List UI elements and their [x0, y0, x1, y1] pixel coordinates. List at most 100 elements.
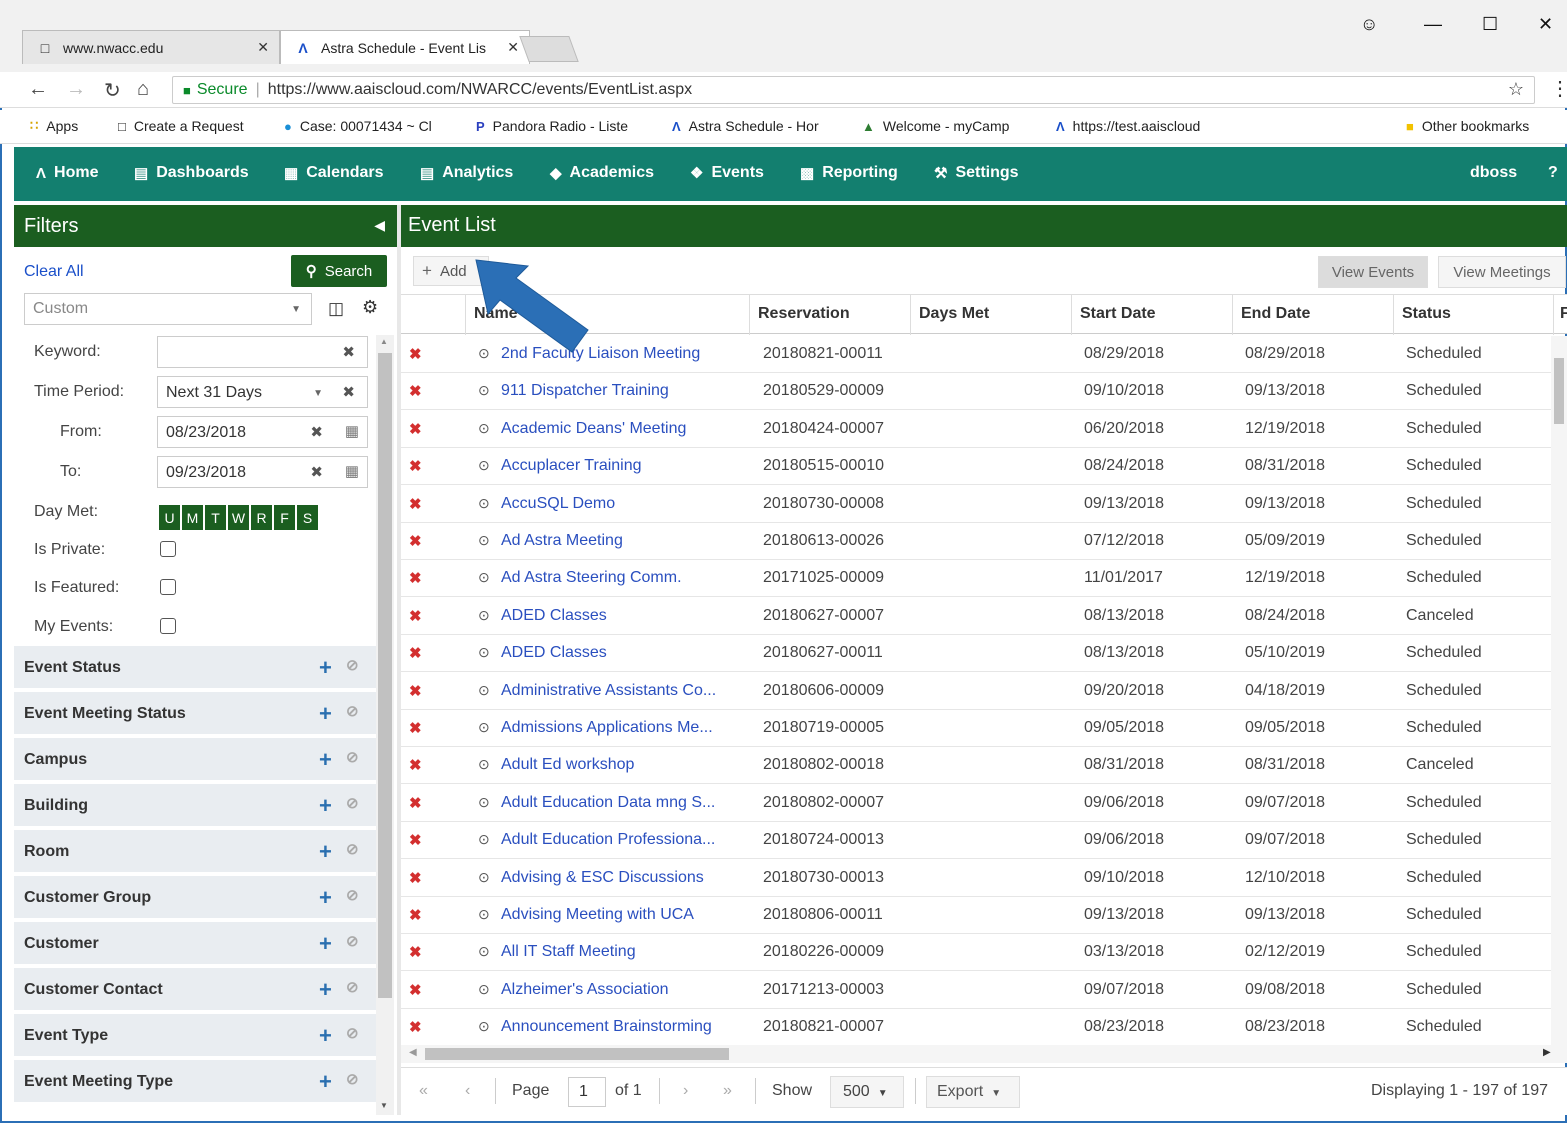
plus-icon[interactable]: + [319, 885, 332, 911]
scroll-left-icon[interactable]: ◀ [409, 1047, 417, 1058]
gear-icon[interactable]: ⚙ [362, 297, 378, 318]
table-row[interactable]: ✖ ⊙ Administrative Assistants Co... 2018060… [401, 673, 1551, 710]
plus-icon[interactable]: + [319, 1023, 332, 1049]
plus-icon[interactable]: + [319, 839, 332, 865]
clear-filter-icon[interactable]: ⊘ [346, 1024, 359, 1042]
table-row[interactable]: ✖ ⊙ All IT Staff Meeting 20180226-00009 03/1… [401, 934, 1551, 972]
nav-events[interactable]: ❖ Events [690, 164, 764, 182]
clear-all-link[interactable]: Clear All [24, 263, 84, 281]
row-select-radio-icon[interactable]: ⊙ [478, 1018, 490, 1035]
view-events-button[interactable]: View Events [1318, 256, 1428, 288]
row-select-radio-icon[interactable]: ⊙ [478, 607, 490, 624]
day-toggle-saturday[interactable]: S [297, 505, 318, 530]
clear-icon[interactable]: ✖ [310, 423, 323, 441]
delete-icon[interactable]: ✖ [409, 457, 422, 475]
filter-section-customer-group[interactable]: Customer Group + ⊘ [14, 876, 376, 920]
delete-icon[interactable]: ✖ [409, 345, 422, 363]
browser-tab-nwacc[interactable]: □ www.nwacc.edu ✕ [22, 30, 280, 64]
filters-scrollbar[interactable]: ▲ ▼ [376, 335, 394, 1115]
event-name-link[interactable]: Adult Education Data mng S... [501, 794, 715, 812]
table-row[interactable]: ✖ ⊙ Adult Education Data mng S... 20180802-… [401, 785, 1551, 822]
plus-icon[interactable]: + [319, 977, 332, 1003]
row-select-radio-icon[interactable]: ⊙ [478, 943, 490, 960]
table-vertical-scrollbar[interactable] [1551, 336, 1567, 1048]
row-select-radio-icon[interactable]: ⊙ [478, 756, 490, 773]
bookmark-case[interactable]: ● Case: 00071434 ~ Cl [284, 118, 432, 134]
delete-icon[interactable]: ✖ [409, 607, 422, 625]
scroll-right-icon[interactable]: ▶ [1543, 1047, 1551, 1058]
home-icon[interactable]: ⌂ [137, 78, 149, 101]
clear-icon[interactable]: ✖ [342, 343, 355, 361]
maximize-icon[interactable]: ☐ [1482, 14, 1498, 35]
search-button[interactable]: ⚲ Search [291, 255, 387, 287]
row-select-radio-icon[interactable]: ⊙ [478, 981, 490, 998]
column-header-days-met[interactable]: Days Met [910, 295, 1071, 335]
clear-filter-icon[interactable]: ⊘ [346, 656, 359, 674]
table-row[interactable]: ✖ ⊙ Ad Astra Meeting 20180613-00026 07/12/20… [401, 523, 1551, 560]
scrollbar-thumb[interactable] [1554, 358, 1564, 424]
table-row[interactable]: ✖ ⊙ ADED Classes 20180627-00011 08/13/2018 05… [401, 635, 1551, 673]
bookmark-pandora[interactable]: P Pandora Radio - Liste [476, 118, 628, 134]
next-page-icon[interactable]: › [683, 1082, 688, 1100]
last-page-icon[interactable]: » [723, 1082, 732, 1100]
browser-menu-icon[interactable]: ⋮ [1550, 76, 1567, 101]
table-row[interactable]: ✖ ⊙ Ad Astra Steering Comm. 20171025-00009 1… [401, 560, 1551, 598]
delete-icon[interactable]: ✖ [409, 981, 422, 999]
event-name-link[interactable]: Ad Astra Steering Comm. [501, 569, 682, 587]
scroll-up-icon[interactable]: ▲ [380, 337, 388, 346]
nav-dashboards[interactable]: ▤ Dashboards [134, 164, 249, 182]
scrollbar-thumb[interactable] [378, 353, 392, 998]
time-period-select[interactable]: Next 31 Days ▼ ✖ [157, 376, 368, 408]
nav-settings[interactable]: ⚒ Settings [934, 164, 1019, 182]
event-name-link[interactable]: Adult Ed workshop [501, 756, 634, 774]
delete-icon[interactable]: ✖ [409, 382, 422, 400]
filter-preset-select[interactable]: Custom ▼ [24, 293, 312, 325]
filter-section-customer[interactable]: Customer + ⊘ [14, 922, 376, 966]
clear-filter-icon[interactable]: ⊘ [346, 886, 359, 904]
day-toggle-thursday[interactable]: R [251, 505, 272, 530]
bookmark-apps[interactable]: ∷ Apps [30, 118, 78, 134]
clear-filter-icon[interactable]: ⊘ [346, 932, 359, 950]
table-row[interactable]: ✖ ⊙ Adult Education Professiona... 20180724… [401, 822, 1551, 860]
bookmark-create-request[interactable]: □ Create a Request [118, 118, 244, 134]
clear-filter-icon[interactable]: ⊘ [346, 840, 359, 858]
filter-section-event-meeting-status[interactable]: Event Meeting Status + ⊘ [14, 692, 376, 736]
row-select-radio-icon[interactable]: ⊙ [478, 906, 490, 923]
row-select-radio-icon[interactable]: ⊙ [478, 569, 490, 586]
table-row[interactable]: ✖ ⊙ Adult Ed workshop 20180802-00018 08/31/2… [401, 747, 1551, 785]
column-header-start-date[interactable]: Start Date [1071, 295, 1232, 335]
delete-icon[interactable]: ✖ [409, 943, 422, 961]
day-toggle-tuesday[interactable]: T [205, 505, 226, 530]
delete-icon[interactable]: ✖ [409, 420, 422, 438]
table-row[interactable]: ✖ ⊙ Advising & ESC Discussions 20180730-000… [401, 860, 1551, 897]
table-row[interactable]: ✖ ⊙ AccuSQL Demo 20180730-00008 09/13/2018 09… [401, 486, 1551, 523]
day-toggle-monday[interactable]: M [182, 505, 203, 530]
table-row[interactable]: ✖ ⊙ Academic Deans' Meeting 20180424-00007 0… [401, 411, 1551, 448]
prev-page-icon[interactable]: ‹ [465, 1082, 470, 1100]
delete-icon[interactable]: ✖ [409, 1018, 422, 1036]
nav-academics[interactable]: ◆ Academics [550, 164, 654, 182]
event-name-link[interactable]: All IT Staff Meeting [501, 943, 636, 961]
filter-section-room[interactable]: Room + ⊘ [14, 830, 376, 874]
page-size-select[interactable]: 500 ▼ [830, 1076, 904, 1108]
bookmark-star-icon[interactable]: ☆ [1508, 79, 1524, 100]
page-number-input[interactable]: 1 [568, 1077, 606, 1107]
minimize-icon[interactable]: — [1424, 14, 1442, 35]
delete-icon[interactable]: ✖ [409, 794, 422, 812]
view-meetings-button[interactable]: View Meetings [1438, 256, 1566, 288]
filter-section-building[interactable]: Building + ⊘ [14, 784, 376, 828]
filter-section-customer-contact[interactable]: Customer Contact + ⊘ [14, 968, 376, 1012]
close-icon[interactable]: ✕ [257, 39, 269, 56]
scroll-down-icon[interactable]: ▼ [380, 1101, 388, 1110]
table-row[interactable]: ✖ ⊙ Advising Meeting with UCA 20180806-0001… [401, 897, 1551, 934]
row-select-radio-icon[interactable]: ⊙ [478, 457, 490, 474]
close-icon[interactable]: ✕ [507, 39, 519, 56]
row-select-radio-icon[interactable]: ⊙ [478, 869, 490, 886]
event-name-link[interactable]: ADED Classes [501, 607, 607, 625]
filter-section-event-type[interactable]: Event Type + ⊘ [14, 1014, 376, 1058]
column-header-status[interactable]: Status [1393, 295, 1553, 335]
table-horizontal-scrollbar[interactable]: ◀ ▶ [401, 1045, 1567, 1063]
clear-filter-icon[interactable]: ⊘ [346, 978, 359, 996]
reload-icon[interactable]: ↻ [104, 78, 121, 103]
event-name-link[interactable]: Adult Education Professiona... [501, 831, 715, 849]
